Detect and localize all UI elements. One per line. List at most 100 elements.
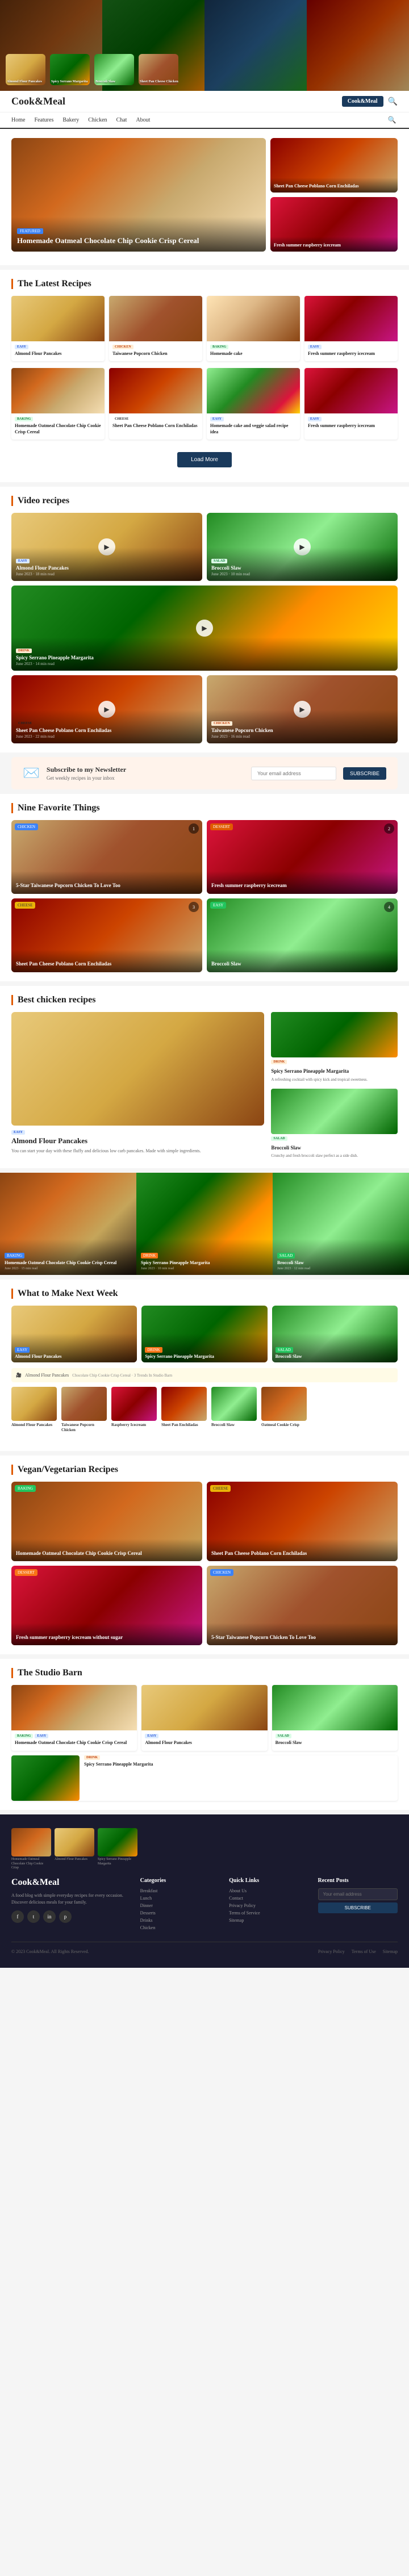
recipe-card-8[interactable]: EASY Fresh summer raspberry icecream bbox=[304, 368, 398, 440]
hero-card-4[interactable]: Sheet Pan Cheese Chicken bbox=[139, 54, 178, 85]
fav-title-1: 5-Star Taiwanese Popcorn Chicken To Love… bbox=[16, 883, 198, 889]
nav-chat[interactable]: Chat bbox=[116, 117, 127, 123]
footer-bottom-link-2[interactable]: Terms of Use bbox=[352, 1949, 376, 1954]
footer-categories-title: Categories bbox=[140, 1877, 220, 1884]
banner-badge-3: SALAD bbox=[277, 1253, 295, 1258]
recipe-card-3[interactable]: BAKING Homemade cake bbox=[207, 296, 300, 361]
footer-bottom-link-3[interactable]: Sitemap bbox=[383, 1949, 398, 1954]
strip-card-2[interactable]: Taiwanese Popcorn Chicken bbox=[61, 1387, 107, 1433]
newsletter-email-input[interactable] bbox=[251, 767, 336, 780]
strip-card-5[interactable]: Broccoli Slaw bbox=[211, 1387, 257, 1433]
chicken-sidebar-item-1[interactable]: DRINK Spicy Serrano Pineapple Margarita … bbox=[271, 1012, 398, 1082]
chicken-main-badge: EASY bbox=[11, 1130, 25, 1135]
footer-quick-link-2[interactable]: Contact bbox=[229, 1896, 308, 1901]
fav-card-1[interactable]: CHICKEN 1 5-Star Taiwanese Popcorn Chick… bbox=[11, 820, 202, 894]
strip-card-3[interactable]: Raspberry Icecream bbox=[111, 1387, 157, 1433]
fav-card-2[interactable]: DESSERT 2 Fresh summer raspberry icecrea… bbox=[207, 820, 398, 894]
footer-quick-link-3[interactable]: Privacy Policy bbox=[229, 1903, 308, 1908]
site-logo[interactable]: Cook&Meal bbox=[11, 95, 65, 107]
footer-bottom-link-1[interactable]: Privacy Policy bbox=[318, 1949, 345, 1954]
recipe-card-6[interactable]: CHEESE Sheet Pan Cheese Poblano Corn Enc… bbox=[109, 368, 202, 440]
studio-card-4[interactable]: DRINK Spicy Serrano Pineapple Margarita bbox=[11, 1755, 398, 1801]
vegan-card-3[interactable]: DESSERT Fresh summer raspberry icecream … bbox=[11, 1566, 202, 1645]
recipe-card-7[interactable]: EASY Homemade cake and veggie salad reci… bbox=[207, 368, 300, 440]
recipe-title-7: Homemade cake and veggie salad recipe id… bbox=[210, 423, 297, 435]
hero-card-1[interactable]: Almond Flour Pancakes bbox=[6, 54, 45, 85]
nav-chicken[interactable]: Chicken bbox=[88, 117, 107, 123]
footer-cat-link-4[interactable]: Desserts bbox=[140, 1910, 220, 1916]
hero-card-3[interactable]: Broccoli Slaw bbox=[94, 54, 134, 85]
studio-card-2[interactable]: EASY Almond Flour Pancakes bbox=[141, 1685, 267, 1750]
vegan-card-1[interactable]: BAKING Homemade Oatmeal Chocolate Chip C… bbox=[11, 1482, 202, 1561]
latest-recipes-title: The Latest Recipes bbox=[11, 279, 398, 289]
nav-bakery[interactable]: Bakery bbox=[62, 117, 79, 123]
footer-twitter-icon[interactable]: t bbox=[27, 1910, 40, 1923]
fav-badge-3: CHEESE bbox=[15, 902, 35, 909]
footer-cat-link-5[interactable]: Drinks bbox=[140, 1918, 220, 1923]
nav-bar: Home Features Bakery Chicken Chat About … bbox=[0, 112, 409, 129]
footer-cat-link-2[interactable]: Lunch bbox=[140, 1896, 220, 1901]
vegan-card-4[interactable]: CHICKEN 5-Star Taiwanese Popcorn Chicken… bbox=[207, 1566, 398, 1645]
recipe-card-1[interactable]: EASY Almond Flour Pancakes bbox=[11, 296, 105, 361]
hero-card-2[interactable]: Spicy Serrano Margarita bbox=[50, 54, 90, 85]
recipe-card-2[interactable]: CHICKEN Taiwanese Popcorn Chicken bbox=[109, 296, 202, 361]
strip-card-1[interactable]: Almond Flour Pancakes bbox=[11, 1387, 57, 1433]
footer-quick-link-1[interactable]: About Us bbox=[229, 1888, 308, 1893]
video-meta-1: June 2023 · 18 min read bbox=[16, 572, 198, 576]
recipe-card-4[interactable]: EASY Fresh summer raspberry icecream bbox=[304, 296, 398, 361]
studio-card-1[interactable]: BAKING EASY Homemade Oatmeal Chocolate C… bbox=[11, 1685, 137, 1750]
strip-card-6[interactable]: Oatmeal Cookie Crisp bbox=[261, 1387, 307, 1433]
what-card-1[interactable]: EASY Almond Flour Pancakes bbox=[11, 1306, 137, 1362]
video-card-5[interactable]: ▶ CHICKEN Taiwanese Popcorn Chicken June… bbox=[207, 675, 398, 743]
featured-side-card-2[interactable]: Fresh summer raspberry icecream bbox=[270, 197, 398, 252]
chicken-sidebar-item-2[interactable]: SALAD Broccoli Slaw Crunchy and fresh br… bbox=[271, 1089, 398, 1159]
video-card-1[interactable]: ▶ EASY Almond Flour Pancakes June 2023 ·… bbox=[11, 513, 202, 581]
vegan-card-2[interactable]: CHEESE Sheet Pan Cheese Poblano Corn Enc… bbox=[207, 1482, 398, 1561]
footer-mini-card-1[interactable]: Homemade Oatmeal Chocolate Chip Cookie C… bbox=[11, 1828, 51, 1871]
featured-main-card[interactable]: FEATURED Homemade Oatmeal Chocolate Chip… bbox=[11, 138, 266, 252]
fav-card-3[interactable]: CHEESE 3 Sheet Pan Cheese Poblano Corn E… bbox=[11, 898, 202, 972]
footer-mini-card-3[interactable]: Spicy Serrano Pineapple Margarita bbox=[98, 1828, 137, 1871]
footer-pinterest-icon[interactable]: p bbox=[59, 1910, 72, 1923]
footer-quick-link-4[interactable]: Terms of Service bbox=[229, 1910, 308, 1916]
studio-card-3[interactable]: SALAD Broccoli Slaw bbox=[272, 1685, 398, 1750]
footer-cat-link-6[interactable]: Chicken bbox=[140, 1925, 220, 1930]
footer-cat-link-3[interactable]: Dinner bbox=[140, 1903, 220, 1908]
video-card-2[interactable]: ▶ SALAD Broccoli Slaw June 2023 · 10 min… bbox=[207, 513, 398, 581]
recipe-title-2: Taiwanese Popcorn Chicken bbox=[112, 351, 199, 357]
header-search-button[interactable]: 🔍 bbox=[388, 97, 398, 106]
featured-side-card-1[interactable]: Sheet Pan Cheese Poblano Corn Enchiladas bbox=[270, 138, 398, 193]
footer-instagram-icon[interactable]: in bbox=[43, 1910, 56, 1923]
featured-main-title: Homemade Oatmeal Chocolate Chip Cookie C… bbox=[17, 236, 260, 246]
footer-social: f t in p bbox=[11, 1910, 131, 1923]
chicken-sidebar-img-1 bbox=[271, 1012, 398, 1057]
nav-home[interactable]: Home bbox=[11, 117, 25, 123]
hero-card-4-label: Sheet Pan Cheese Chicken bbox=[140, 80, 178, 84]
what-card-3[interactable]: SALAD Broccoli Slaw bbox=[272, 1306, 398, 1362]
footer-email-input[interactable] bbox=[318, 1888, 398, 1900]
footer-quick-link-5[interactable]: Sitemap bbox=[229, 1918, 308, 1923]
nav-features[interactable]: Features bbox=[34, 117, 53, 123]
load-more-button[interactable]: Load More bbox=[177, 452, 232, 467]
vegan-card-title-2: Sheet Pan Cheese Poblano Corn Enchiladas bbox=[211, 1550, 393, 1557]
video-card-4[interactable]: ▶ CHEESE Sheet Pan Cheese Poblano Corn E… bbox=[11, 675, 202, 743]
banner-col-1[interactable]: BAKING Homemade Oatmeal Chocolate Chip C… bbox=[0, 1173, 136, 1275]
footer-subscribe-button[interactable]: SUBSCRIBE bbox=[318, 1902, 398, 1913]
strip-card-4[interactable]: Sheet Pan Enchiladas bbox=[161, 1387, 207, 1433]
video-play-icon-3[interactable]: ▶ bbox=[196, 620, 213, 637]
strip-card-title-3: Raspberry Icecream bbox=[111, 1423, 157, 1428]
footer-facebook-icon[interactable]: f bbox=[11, 1910, 24, 1923]
newsletter-subscribe-button[interactable]: SUBSCRIBE bbox=[343, 767, 386, 780]
footer-mini-card-2[interactable]: Almond Flour Pancakes bbox=[55, 1828, 94, 1871]
video-title-5: Taiwanese Popcorn Chicken bbox=[211, 727, 393, 734]
recipe-card-5[interactable]: BAKING Homemade Oatmeal Chocolate Chip C… bbox=[11, 368, 105, 440]
fav-card-4[interactable]: EASY 4 Broccoli Slaw bbox=[207, 898, 398, 972]
video-card-3[interactable]: ▶ DRINK Spicy Serrano Pineapple Margarit… bbox=[11, 586, 398, 671]
banner-col-2[interactable]: DRINK Spicy Serrano Pineapple Margarita … bbox=[136, 1173, 273, 1275]
studio-badge-2: EASY bbox=[145, 1734, 158, 1738]
nav-about[interactable]: About bbox=[136, 117, 150, 123]
banner-col-3[interactable]: SALAD Broccoli Slaw June 2023 · 12 min r… bbox=[273, 1173, 409, 1275]
what-card-2[interactable]: DRINK Spicy Serrano Pineapple Margarita bbox=[141, 1306, 267, 1362]
nav-search-icon[interactable]: 🔍 bbox=[386, 115, 398, 126]
footer-cat-link-1[interactable]: Breakfast bbox=[140, 1888, 220, 1893]
